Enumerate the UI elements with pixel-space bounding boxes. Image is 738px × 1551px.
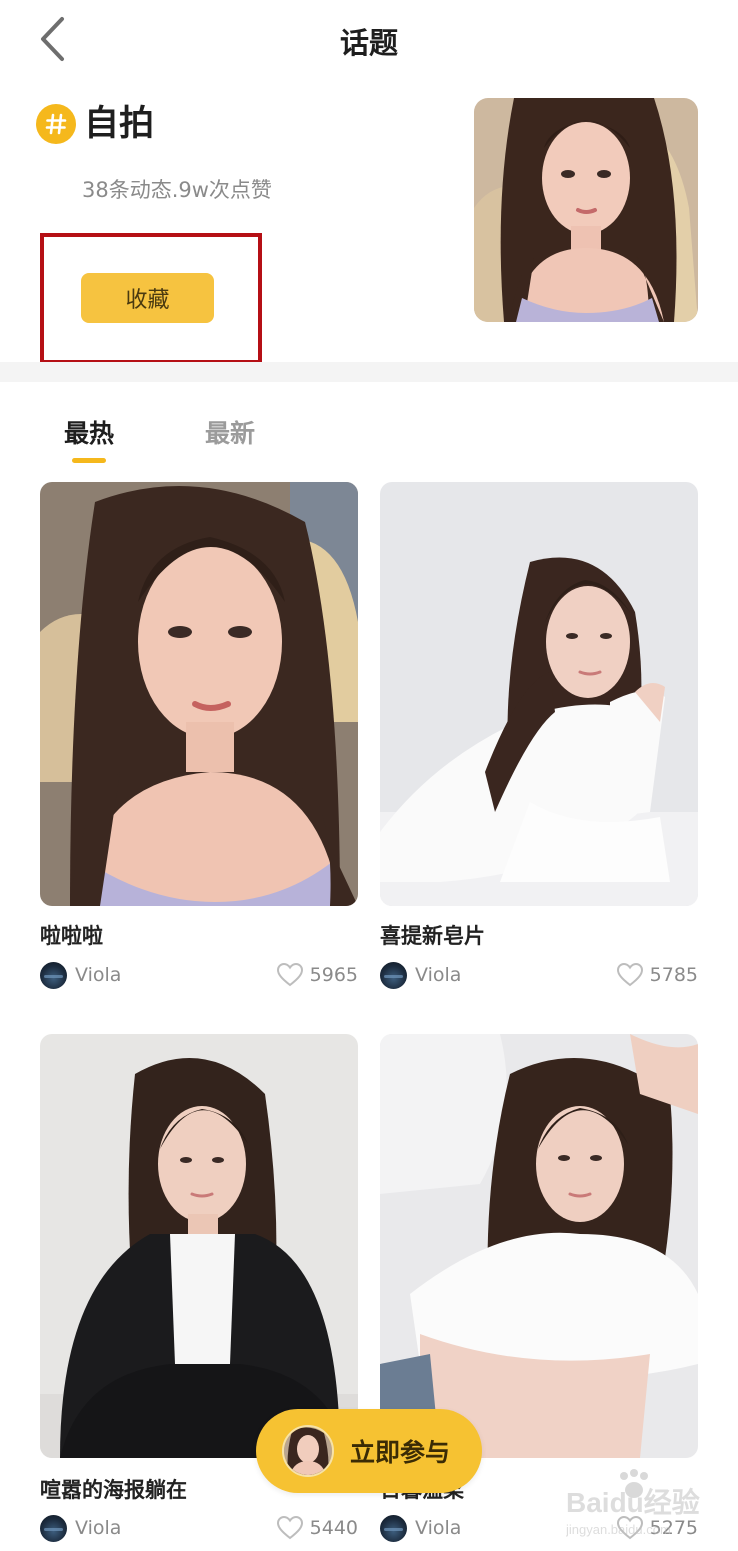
like-count: 5785 (649, 964, 698, 986)
avatar (40, 961, 67, 989)
topic-cover-image (474, 98, 698, 322)
avatar (40, 1514, 67, 1542)
post-title[interactable]: 喜提新皂片 (380, 920, 698, 950)
author-name: Viola (75, 1517, 122, 1539)
like-button[interactable]: 5965 (276, 962, 358, 988)
post-meta: Viola 5785 (380, 960, 698, 990)
post-author[interactable]: Viola (380, 1514, 462, 1542)
join-button[interactable]: 立即参与 (256, 1409, 482, 1493)
page-title: 话题 (339, 26, 398, 60)
section-divider (0, 362, 738, 382)
author-name: Viola (415, 1517, 462, 1539)
hashtag-icon (36, 104, 76, 144)
heart-icon (276, 1515, 303, 1540)
author-name: Viola (415, 964, 462, 986)
favorite-button[interactable]: 收藏 (81, 273, 214, 323)
post-image[interactable] (380, 482, 698, 906)
like-count: 5965 (309, 964, 358, 986)
like-count: 5440 (309, 1517, 358, 1539)
post-image[interactable] (40, 482, 358, 906)
avatar (380, 961, 407, 989)
post-meta: Viola 5965 (40, 960, 358, 990)
avatar (380, 1514, 407, 1542)
tab-new[interactable]: 最新 (205, 414, 255, 450)
post-meta: Viola 5440 (40, 1513, 358, 1543)
active-tab-indicator (72, 458, 106, 463)
svg-text:jingyan.baidu.com: jingyan.baidu.com (566, 1522, 671, 1537)
post-title[interactable]: 啦啦啦 (40, 920, 358, 950)
topic-name: 自拍 (84, 104, 155, 144)
like-button[interactable]: 5785 (616, 962, 698, 988)
svg-text:Baidu经验: Baidu经验 (566, 1486, 700, 1518)
post-author[interactable]: Viola (40, 1514, 122, 1542)
topic-stats: 38条动态.9w次点赞 (82, 178, 272, 202)
join-button-label: 立即参与 (350, 1438, 451, 1467)
post-image[interactable] (380, 1034, 698, 1458)
avatar (282, 1425, 334, 1477)
post-author[interactable]: Viola (380, 961, 462, 989)
tab-hot[interactable]: 最热 (64, 414, 114, 450)
heart-icon (616, 962, 643, 987)
watermark-logo: Baidu经验 jingyan.baidu.com (565, 1468, 716, 1538)
like-button[interactable]: 5440 (276, 1515, 358, 1541)
post-author[interactable]: Viola (40, 961, 122, 989)
post-image[interactable] (40, 1034, 358, 1458)
heart-icon (276, 962, 303, 987)
author-name: Viola (75, 964, 122, 986)
